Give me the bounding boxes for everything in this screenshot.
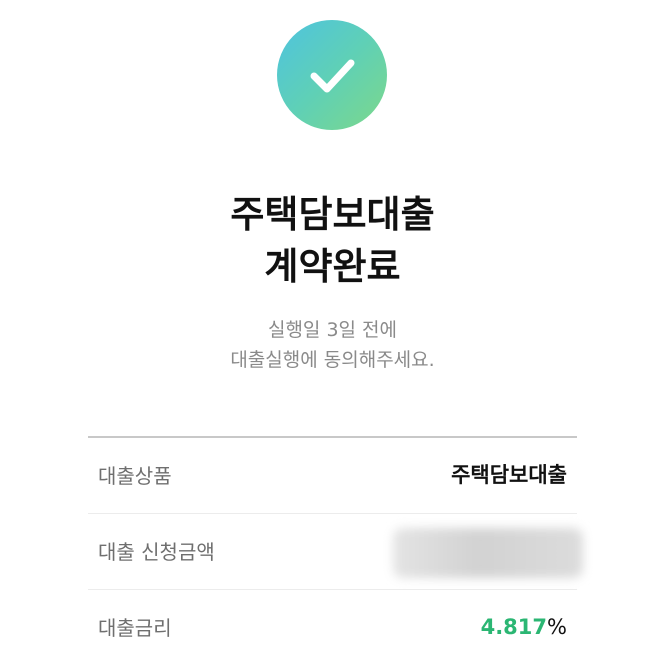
success-check-circle — [277, 20, 387, 130]
detail-value: 주택담보대출 — [451, 463, 567, 487]
redacted-amount — [393, 528, 583, 578]
rate-unit: % — [547, 615, 567, 639]
detail-label: 대출상품 — [98, 464, 172, 488]
detail-label: 대출 신청금액 — [98, 540, 215, 564]
rate-number: 4.817 — [480, 615, 548, 639]
description-line1: 실행일 3일 전에 — [267, 319, 398, 341]
interest-rate-value: 4.817% — [481, 612, 567, 642]
description-line2: 대출실행에 동의해주세요. — [230, 349, 435, 371]
detail-row-rate: 대출금리 4.817% — [88, 590, 577, 665]
page-title-line2: 계약완료 — [264, 245, 401, 288]
detail-row-product: 대출상품 주택담보대출 — [88, 438, 577, 514]
check-icon — [310, 59, 355, 93]
page-title-line1: 주택담보대출 — [230, 193, 435, 236]
detail-label: 대출금리 — [98, 616, 172, 640]
detail-row-amount: 대출 신청금액 — [88, 514, 583, 590]
